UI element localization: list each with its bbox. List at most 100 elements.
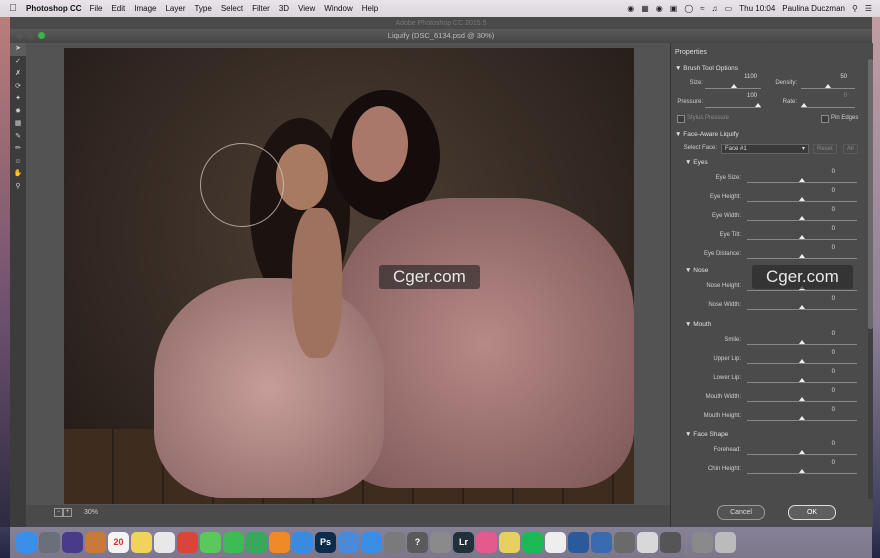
slider-value-eyes-4[interactable]: 0: [811, 245, 835, 251]
menu-3d[interactable]: 3D: [279, 4, 289, 13]
slider-value-mouth-0[interactable]: 0: [811, 331, 835, 337]
canvas-area[interactable]: Cger.com: [26, 43, 670, 505]
slider-track-eyes-0[interactable]: [747, 182, 857, 183]
slider-value-shape-0[interactable]: 0: [811, 441, 835, 447]
lightroom-icon[interactable]: Lr: [453, 532, 474, 553]
hand-tool-icon[interactable]: ✋: [10, 168, 26, 181]
slider-track-eyes-4[interactable]: [747, 258, 857, 259]
slider-value-shape-1[interactable]: 0: [811, 460, 835, 466]
close-button[interactable]: [16, 32, 23, 39]
slider-value-eyes-2[interactable]: 0: [811, 207, 835, 213]
slider-value-mouth-2[interactable]: 0: [811, 369, 835, 375]
slider-track-mouth-3[interactable]: [747, 401, 857, 402]
zoom-tool-icon[interactable]: ⚲: [10, 181, 26, 194]
appstore-icon[interactable]: [361, 532, 382, 553]
shape-section-header[interactable]: ▼ Face Shape: [685, 431, 728, 438]
facetime-icon[interactable]: [223, 532, 244, 553]
size-value[interactable]: 1100: [731, 74, 757, 80]
zoom-button[interactable]: [38, 32, 45, 39]
bloat-tool-icon[interactable]: ✸: [10, 106, 26, 119]
slider-value-nose-1[interactable]: 0: [811, 296, 835, 302]
window-icon[interactable]: [637, 532, 658, 553]
reconstruct-tool-icon[interactable]: ✓: [10, 56, 26, 69]
twirl-tool-icon[interactable]: ⟳: [10, 81, 26, 94]
minimize-button[interactable]: [27, 32, 34, 39]
slider-track-eyes-1[interactable]: [747, 201, 857, 202]
zoom-in-button[interactable]: +: [63, 508, 72, 517]
all-button[interactable]: All: [843, 144, 858, 154]
calendar-icon[interactable]: 20: [108, 532, 129, 553]
properties-scrollbar[interactable]: [868, 59, 873, 499]
zoom-level[interactable]: 30%: [84, 509, 98, 516]
nose-section-header[interactable]: ▼ Nose: [685, 267, 708, 274]
slider-track-mouth-0[interactable]: [747, 344, 857, 345]
slider-knob-mouth-0[interactable]: [799, 340, 805, 344]
folder-icon[interactable]: [692, 532, 713, 553]
slider-knob-eyes-0[interactable]: [799, 178, 805, 182]
slider-knob-mouth-2[interactable]: [799, 378, 805, 382]
network-icon[interactable]: [591, 532, 612, 553]
eyes-section-header[interactable]: ▼ Eyes: [685, 159, 708, 166]
slider-knob-eyes-3[interactable]: [799, 235, 805, 239]
menu-help[interactable]: Help: [362, 4, 378, 13]
slider-track-nose-0[interactable]: [747, 290, 857, 291]
reminders-icon[interactable]: [154, 532, 175, 553]
siri-icon[interactable]: [62, 532, 83, 553]
launchpad-icon[interactable]: [39, 532, 60, 553]
notes-icon[interactable]: [131, 532, 152, 553]
slider-value-mouth-4[interactable]: 0: [811, 407, 835, 413]
zoom-out-button[interactable]: −: [54, 508, 63, 517]
ok-button[interactable]: OK: [788, 505, 836, 520]
wifi-icon[interactable]: ≈: [700, 4, 704, 13]
safari-icon[interactable]: [292, 532, 313, 553]
slider-value-mouth-1[interactable]: 0: [811, 350, 835, 356]
status-icon-2[interactable]: ▦: [641, 4, 649, 13]
slider-value-eyes-0[interactable]: 0: [811, 169, 835, 175]
slider-track-mouth-4[interactable]: [747, 420, 857, 421]
menu-view[interactable]: View: [298, 4, 315, 13]
slider-value-eyes-1[interactable]: 0: [811, 188, 835, 194]
photos-icon[interactable]: [85, 532, 106, 553]
density-value[interactable]: 50: [821, 74, 847, 80]
slider-knob-mouth-4[interactable]: [799, 416, 805, 420]
status-icon-5[interactable]: ◯: [684, 4, 693, 13]
freeze-mask-tool-icon[interactable]: ✎: [10, 131, 26, 144]
menu-filter[interactable]: Filter: [252, 4, 270, 13]
reset-button[interactable]: Reset: [813, 144, 837, 154]
slider-knob-shape-0[interactable]: [799, 450, 805, 454]
pressure-slider-knob[interactable]: [755, 103, 761, 107]
density-slider[interactable]: [801, 88, 855, 89]
status-icon-3[interactable]: ◉: [656, 4, 663, 13]
menu-type[interactable]: Type: [194, 4, 211, 13]
apple-icon[interactable]: : [6, 3, 20, 14]
rate-slider-knob[interactable]: [801, 103, 807, 107]
brush-section-header[interactable]: ▼ Brush Tool Options: [675, 65, 738, 72]
quicktime-icon[interactable]: [568, 532, 589, 553]
notification-center-icon[interactable]: ☰: [865, 4, 872, 13]
size-slider-knob[interactable]: [731, 84, 737, 88]
menu-edit[interactable]: Edit: [111, 4, 125, 13]
trash-icon[interactable]: [715, 532, 736, 553]
volume-icon[interactable]: ♫: [712, 4, 718, 13]
slider-track-eyes-3[interactable]: [747, 239, 857, 240]
ibooks-icon[interactable]: [269, 532, 290, 553]
itunes-icon[interactable]: [476, 532, 497, 553]
forward-warp-tool-icon[interactable]: ➤: [10, 43, 26, 56]
push-left-tool-icon[interactable]: ▦: [10, 118, 26, 131]
numbers-icon[interactable]: [246, 532, 267, 553]
window-titlebar[interactable]: Liquify (DSC_6134.psd @ 30%): [10, 29, 872, 43]
image-capture-icon[interactable]: [614, 532, 635, 553]
slider-value-eyes-3[interactable]: 0: [811, 226, 835, 232]
pucker-tool-icon[interactable]: ✦: [10, 93, 26, 106]
slider-track-nose-1[interactable]: [747, 309, 857, 310]
pressure-slider[interactable]: [705, 107, 761, 108]
rate-slider[interactable]: [801, 107, 855, 108]
face-tool-icon[interactable]: ☺: [10, 156, 26, 169]
rate-value[interactable]: 0: [821, 93, 847, 99]
thaw-mask-tool-icon[interactable]: ✏: [10, 143, 26, 156]
size-slider[interactable]: [705, 88, 761, 89]
script-icon[interactable]: [430, 532, 451, 553]
keyboard-icon[interactable]: [660, 532, 681, 553]
slider-knob-eyes-2[interactable]: [799, 216, 805, 220]
status-icon-1[interactable]: ◉: [627, 4, 634, 13]
